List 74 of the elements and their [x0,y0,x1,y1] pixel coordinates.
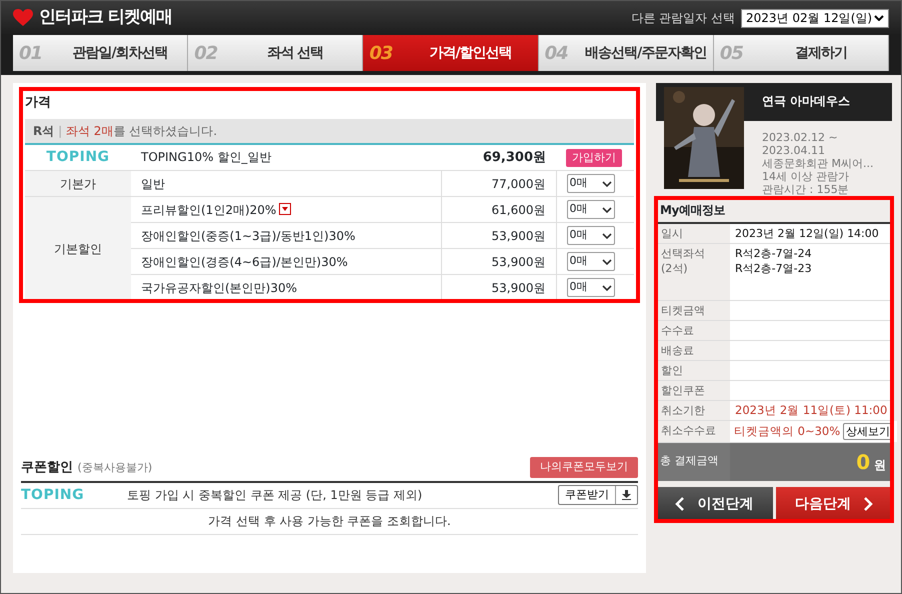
caret-icon [602,180,612,186]
info-label: 할인 [661,363,684,378]
date-select[interactable]: 2023년 02월 12일(일) [741,8,889,28]
get-coupon-button[interactable]: 쿠폰받기 [558,484,638,506]
info-label: (2석) [661,261,689,276]
caret-icon [602,258,612,264]
toping-logo: TOPING [46,148,110,165]
coupon-offer: 토핑 가입 시 중복할인 쿠폰 제공 (단, 1만원 등급 제외) [127,487,424,504]
seat-value: R석2층-7열-23 [735,261,813,276]
quantity-select[interactable]: 0매 [566,226,614,245]
info-label: 티켓금액 [661,303,706,318]
price-name: TOPING10% 할인_일반 [131,144,441,170]
quantity-select[interactable]: 0매 [566,200,614,219]
price-value: 61,600원 [441,196,556,222]
currency-unit: 원 [874,458,886,472]
prev-step-button[interactable]: 이전단계 [656,487,772,521]
seat-notice: R석 | 좌석 2매를 선택하셨습니다. [25,118,634,144]
show-detail: 세종문화회관 M씨어... [762,157,874,170]
coupon-message: 가격 선택 후 사용 가능한 쿠폰을 조회합니다. [208,513,451,530]
price-name: 국가유공자할인(본인만)30% [131,274,441,300]
caret-icon [602,232,612,238]
step-tab[interactable]: 05 결제하기 [714,35,890,71]
price-value: 53,900원 [441,248,556,274]
price-value: 53,900원 [441,274,556,300]
show-title: 연극 아마데우스 [762,93,850,110]
quantity-select[interactable]: 0매 [566,278,614,297]
quantity-select[interactable]: 0매 [566,252,614,271]
section-title: 가격 [25,94,52,112]
seat-value: R석2층-7열-24 [735,246,813,261]
caret-icon [874,15,884,21]
info-label: 일시 [661,226,684,241]
info-label: 배송료 [661,343,695,358]
step-tab[interactable]: 03 가격/할인선택 [363,35,539,71]
date-label: 다른 관람일자 선택 [631,10,735,27]
info-value: 2023년 2월 12일(일) 14:00 [735,226,880,241]
info-label: 할인쿠폰 [661,383,706,398]
info-label: 취소수수료 [661,423,717,438]
info-value: 티켓금액의 0~30% [734,424,840,438]
info-label: 취소기한 [661,403,706,418]
chevron-right-icon [862,497,873,511]
price-name: 일반 [131,170,441,196]
show-detail: 관람시간 : 155분 [762,183,850,196]
step-tab[interactable]: 01 관람일/회차선택 [13,35,188,71]
step-tab[interactable]: 02 좌석 선택 [188,35,364,71]
price-value: 53,900원 [441,222,556,248]
caret-icon [602,284,612,290]
row-label: 기본가 [25,170,131,196]
total-label: 총 결제금액 [656,443,730,481]
price-value: 69,300원 [441,144,556,170]
site-title: 인터파크 티켓예매 [39,6,172,30]
dropdown-icon[interactable] [279,202,292,214]
step-tab[interactable]: 04 배송선택/주문자확인 [538,35,714,71]
price-name: 장애인할인(중증(1~3급)/동반1인)30% [131,222,441,248]
heart-logo-icon [13,9,33,27]
coupon-title: 쿠폰할인 (중복사용불가) [21,459,152,477]
join-button[interactable]: 가입하기 [566,148,622,167]
price-name: 장애인할인(경증(4~6급)/본인만)30% [131,248,441,274]
download-icon [622,490,631,500]
caret-icon [602,206,612,212]
chevron-left-icon [675,497,686,511]
my-coupons-button[interactable]: 나의쿠폰모두보기 [530,457,638,478]
info-value: 2023년 2월 11일(토) 11:00 [735,403,888,417]
next-step-button[interactable]: 다음단계 [776,487,892,521]
show-detail: 2023.04.11 [762,144,826,157]
quantity-select[interactable]: 0매 [566,174,614,193]
price-value: 77,000원 [441,170,556,196]
show-detail: 2023.02.12 ~ [762,131,839,144]
total-amount: 0 [856,450,870,474]
info-label: 수수료 [661,323,695,338]
info-label: 선택좌석 [661,246,706,261]
toping-logo: TOPING [21,486,86,504]
row-label: 기본할인 [25,196,131,300]
price-name: 프리뷰할인(1인2매)20% [141,202,276,216]
show-detail: 14세 이상 관람가 [762,170,850,183]
